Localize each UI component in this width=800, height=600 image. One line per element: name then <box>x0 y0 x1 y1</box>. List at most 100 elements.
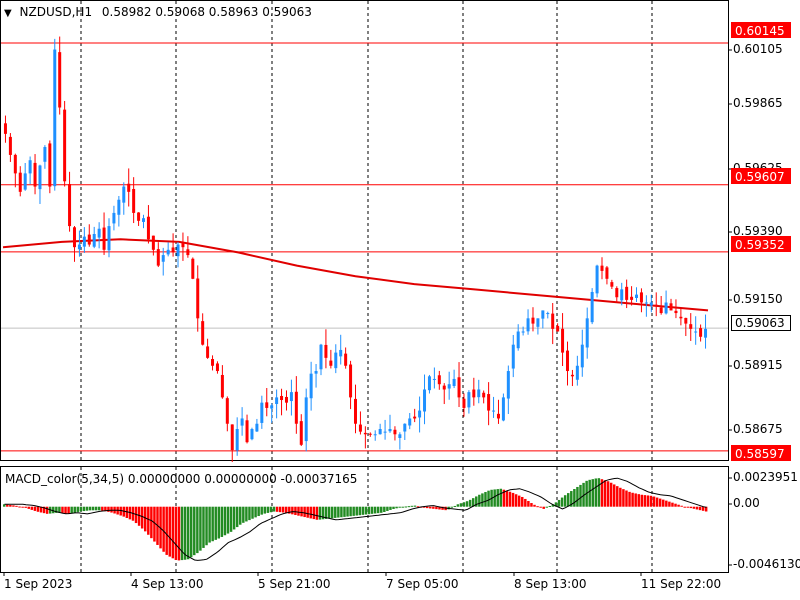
macd-bar <box>542 506 545 509</box>
bull-candle <box>250 429 254 440</box>
price-tick-label: 0.59865 <box>733 96 783 110</box>
bull-candle <box>373 434 377 436</box>
macd-bar <box>177 506 181 561</box>
macd-bar <box>484 492 487 507</box>
macd-bar <box>266 506 270 513</box>
level-price-tag[interactable]: 0.60145 <box>731 22 791 38</box>
bull-candle <box>260 402 264 423</box>
macd-bar <box>588 479 591 507</box>
macd-bar <box>315 506 319 520</box>
time-tick-label: 8 Sep 13:00 <box>514 577 587 591</box>
bull-candle <box>309 373 313 399</box>
macd-bar <box>140 506 144 529</box>
bear-candle <box>33 162 37 187</box>
chart-window[interactable]: ▼ NZDUSD,H1 0.58982 0.59068 0.58963 0.59… <box>0 0 800 600</box>
macd-bar <box>79 506 83 512</box>
bear-candle <box>102 227 106 250</box>
macd-bar <box>640 494 644 507</box>
bull-candle <box>620 289 624 301</box>
bull-candle <box>378 429 382 435</box>
macd-bar <box>9 504 12 507</box>
bull-candle <box>77 244 81 250</box>
bull-candle <box>334 352 338 369</box>
macd-bar <box>24 506 27 508</box>
macd-bar <box>692 506 696 509</box>
bull-candle <box>521 331 525 333</box>
macd-bar <box>404 506 408 508</box>
macd-bar <box>254 506 257 518</box>
bear-candle <box>13 154 17 174</box>
bull-candle <box>432 378 436 380</box>
level-price-tag[interactable]: 0.58597 <box>731 445 791 461</box>
bear-candle <box>679 316 683 319</box>
macd-bar <box>619 487 622 507</box>
bull-candle <box>142 218 146 222</box>
bear-candle <box>329 360 333 366</box>
macd-bar <box>248 506 251 521</box>
macd-bar <box>511 492 515 507</box>
macd-bar <box>579 484 582 507</box>
macd-bar <box>616 486 619 507</box>
bear-candle <box>72 227 76 248</box>
ohlc-values: 0.58982 0.59068 0.58963 0.59063 <box>101 5 312 19</box>
bull-candle <box>235 429 239 451</box>
macd-bar <box>649 495 653 507</box>
level-price-tag[interactable]: 0.59607 <box>731 168 791 184</box>
macd-bar <box>413 505 417 507</box>
bear-candle <box>230 424 234 451</box>
bull-candle <box>423 389 427 412</box>
bear-candle <box>472 389 476 398</box>
bear-candle <box>699 328 703 337</box>
macd-bar <box>168 506 171 557</box>
macd-bar <box>150 506 153 539</box>
bull-candle <box>452 378 456 386</box>
macd-bar <box>530 503 533 507</box>
symbol-info: ▼ NZDUSD,H1 0.58982 0.59068 0.58963 0.59… <box>4 5 312 19</box>
macd-bar <box>27 506 30 509</box>
bull-candle <box>107 226 111 251</box>
bull-candle <box>176 244 180 257</box>
macd-bar <box>496 489 499 507</box>
macd-bar <box>171 506 175 559</box>
bull-candle <box>161 255 165 262</box>
bear-candle <box>674 310 678 314</box>
macd-bar <box>340 506 343 518</box>
price-tick-label: 0.59150 <box>733 292 783 306</box>
macd-bar <box>389 506 392 510</box>
bear-candle <box>181 242 185 248</box>
macd-bar <box>82 506 86 512</box>
macd-bar <box>668 501 671 507</box>
macd-bar <box>278 506 282 513</box>
bear-candle <box>354 398 357 424</box>
macd-bar <box>563 495 567 507</box>
level-price-tag[interactable]: 0.59352 <box>731 236 791 252</box>
macd-bar <box>294 506 297 516</box>
bear-candle <box>561 328 565 353</box>
macd-bar <box>343 506 346 517</box>
macd-bar <box>208 506 211 543</box>
macd-histogram <box>3 477 708 561</box>
macd-bar <box>631 492 634 507</box>
macd-bar <box>481 493 484 507</box>
macd-bar <box>281 506 285 513</box>
bull-candle <box>704 328 708 338</box>
triangle-down-icon[interactable]: ▼ <box>4 8 12 19</box>
bull-candle <box>255 423 259 432</box>
macd-bar <box>275 506 279 512</box>
bull-candle <box>275 397 279 405</box>
macd-bar <box>61 506 64 514</box>
bear-candle <box>280 395 284 401</box>
bull-candle <box>447 384 451 389</box>
macd-bar <box>658 498 662 507</box>
macd-bar <box>232 506 236 530</box>
macd-bar <box>468 499 472 507</box>
macd-bar <box>376 506 380 514</box>
bear-candle <box>684 317 688 324</box>
bear-candle <box>496 413 500 419</box>
bear-candle <box>146 216 150 240</box>
macd-bar <box>285 506 288 513</box>
bull-candle <box>82 236 86 247</box>
macd-bar <box>386 506 389 511</box>
macd-bar <box>407 506 411 508</box>
chart-canvas[interactable] <box>0 0 800 600</box>
